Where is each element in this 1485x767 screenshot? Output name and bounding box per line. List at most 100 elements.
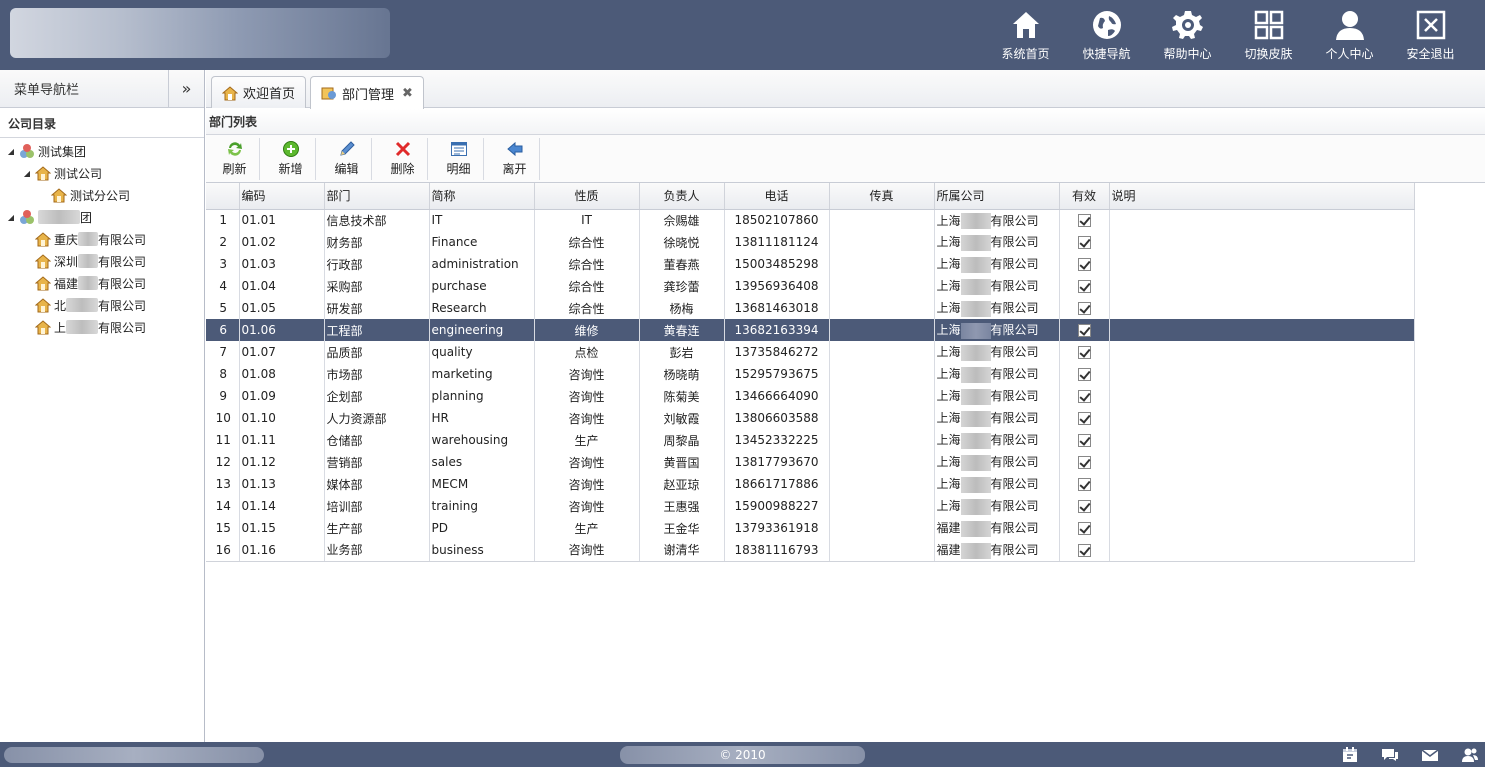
leave-button[interactable]: 离开 xyxy=(490,137,540,180)
tree-node-company[interactable]: 福建 有限公司 xyxy=(0,272,204,294)
table-row[interactable]: 11 01.11 仓储部 warehousing 生产 周黎晶 13452332225 上海 有… xyxy=(206,429,1415,451)
valid-checkbox[interactable] xyxy=(1077,258,1091,271)
valid-checkbox[interactable] xyxy=(1077,280,1091,293)
expand-arrow-icon[interactable]: ◢ xyxy=(6,213,16,222)
main-panel: 部门列表 刷新 新增 编辑 删除 明细 离开 编码 部门 简称 性质 负责人 电… xyxy=(206,109,1485,742)
column-header[interactable]: 负责人 xyxy=(639,183,725,210)
column-header[interactable]: 所属公司 xyxy=(934,183,1060,210)
table-row[interactable]: 6 01.06 工程部 engineering 维修 黄春连 13682163394 上海 有限… xyxy=(206,319,1415,341)
column-header[interactable]: 性质 xyxy=(534,183,640,210)
company-prefix: 上海 xyxy=(936,235,961,250)
table-row[interactable]: 3 01.03 行政部 administration 综合性 董春燕 15003485298… xyxy=(206,253,1415,275)
valid-checkbox[interactable] xyxy=(1077,214,1091,228)
company-prefix: 上海 xyxy=(936,345,961,360)
table-row[interactable]: 12 01.12 营销部 sales 咨询性 黄晋国 13817793670 上海 有限公司 xyxy=(206,451,1415,473)
cell-abbr: quality xyxy=(429,341,535,363)
table-row[interactable]: 10 01.10 人力资源部 HR 咨询性 刘敏霞 13806603588 上海 有限公司 xyxy=(206,407,1415,429)
column-header[interactable]: 说明 xyxy=(1109,183,1415,210)
nav-shortcut[interactable]: 快捷导航 xyxy=(1066,8,1147,64)
company-suffix: 有限公司 xyxy=(990,389,1039,404)
tree-node-company[interactable]: ◢ 测试公司 xyxy=(0,162,204,184)
valid-checkbox[interactable] xyxy=(1077,412,1091,425)
table-row[interactable]: 9 01.09 企划部 planning 咨询性 陈菊美 13466664090 上海 有限公司 xyxy=(206,385,1415,407)
valid-checkbox[interactable] xyxy=(1077,434,1091,447)
sidebar-collapse-button[interactable]: » xyxy=(168,69,204,108)
tree-node-label: 测试集团 xyxy=(38,144,87,159)
tab-department[interactable]: 部门管理 ✖ xyxy=(310,76,424,109)
tree-node-company[interactable]: 北 有限公司 xyxy=(0,294,204,316)
department-table: 编码 部门 简称 性质 负责人 电话 传真 所属公司 有效 说明 1 01.01 信… xyxy=(206,183,1415,562)
nav-logout[interactable]: 安全退出 xyxy=(1390,8,1471,64)
valid-checkbox[interactable] xyxy=(1077,500,1091,513)
table-row[interactable]: 5 01.05 研发部 Research 综合性 杨梅 13681463018 上海 有限公司 xyxy=(206,297,1415,319)
nav-help[interactable]: 帮助中心 xyxy=(1147,8,1228,64)
tree-node-suffix: 有限公司 xyxy=(98,276,147,291)
refresh-button[interactable]: 刷新 xyxy=(210,137,260,180)
tab-welcome[interactable]: 欢迎首页 xyxy=(211,76,307,108)
valid-checkbox[interactable] xyxy=(1077,522,1091,535)
company-tree-title: 公司目录 xyxy=(0,110,204,138)
calendar-icon[interactable] xyxy=(1341,746,1359,764)
cell-head: 佘赐雄 xyxy=(639,209,725,231)
add-button[interactable]: 新增 xyxy=(266,137,316,180)
expand-arrow-icon[interactable]: ◢ xyxy=(6,147,16,156)
detail-button[interactable]: 明细 xyxy=(434,137,484,180)
tree-node-branch[interactable]: 测试分公司 xyxy=(0,184,204,206)
sidebar-title: 菜单导航栏 xyxy=(14,83,80,98)
valid-checkbox[interactable] xyxy=(1077,236,1091,249)
tree-node-group[interactable]: ◢ 测试集团 xyxy=(0,140,204,162)
mail-icon[interactable] xyxy=(1421,746,1439,764)
delete-label: 删除 xyxy=(390,162,415,176)
cell-type: 咨询性 xyxy=(534,363,640,385)
table-row[interactable]: 2 01.02 财务部 Finance 综合性 徐晓悦 13811181124 上海 有限公司 xyxy=(206,231,1415,253)
row-number: 1 xyxy=(206,209,240,231)
column-header[interactable]: 部门 xyxy=(324,183,430,210)
valid-checkbox[interactable] xyxy=(1077,390,1091,403)
table-row[interactable]: 4 01.04 采购部 purchase 综合性 龚珍蕾 13956936408 上海 有限公司 xyxy=(206,275,1415,297)
valid-checkbox[interactable] xyxy=(1077,456,1091,469)
column-header[interactable]: 编码 xyxy=(239,183,325,210)
tree-node-company[interactable]: 重庆 有限公司 xyxy=(0,228,204,250)
table-row[interactable]: 14 01.14 培训部 training 咨询性 王惠强 15900988227 上海 有限公… xyxy=(206,495,1415,517)
company-suffix: 有限公司 xyxy=(990,433,1039,448)
company-prefix: 上海 xyxy=(936,323,961,338)
tree-node-company[interactable]: 上 有限公司 xyxy=(0,316,204,338)
valid-checkbox[interactable] xyxy=(1077,324,1091,337)
table-row[interactable]: 15 01.15 生产部 PD 生产 王金华 13793361918 福建 有限公司 xyxy=(206,517,1415,539)
table-row[interactable]: 1 01.01 信息技术部 IT IT 佘赐雄 18502107860 上海 有限公司 xyxy=(206,209,1415,231)
cell-dept: 营销部 xyxy=(324,451,430,473)
cell-phone: 13682163394 xyxy=(724,319,830,341)
redacted-text xyxy=(960,300,991,317)
company-icon xyxy=(35,298,51,313)
close-icon[interactable]: ✖ xyxy=(402,86,413,101)
tree-node-company[interactable]: 深圳 有限公司 xyxy=(0,250,204,272)
table-row[interactable]: 16 01.16 业务部 business 咨询性 谢清华 18381116793 福建 有限公… xyxy=(206,539,1415,562)
edit-button[interactable]: 编辑 xyxy=(322,137,372,180)
delete-button[interactable]: 删除 xyxy=(378,137,428,180)
nav-skin[interactable]: 切换皮肤 xyxy=(1228,8,1309,64)
cell-head: 谢清华 xyxy=(639,539,725,562)
column-header[interactable]: 电话 xyxy=(724,183,830,210)
tree-node-group[interactable]: ◢ 团 xyxy=(0,206,204,228)
redacted-text xyxy=(960,498,991,515)
cell-phone: 13735846272 xyxy=(724,341,830,363)
column-header[interactable]: 有效 xyxy=(1059,183,1110,210)
valid-checkbox[interactable] xyxy=(1077,543,1091,557)
column-header[interactable]: 传真 xyxy=(829,183,935,210)
valid-checkbox[interactable] xyxy=(1077,346,1091,359)
table-row[interactable]: 13 01.13 媒体部 MECM 咨询性 赵亚琼 18661717886 上海 有限公司 xyxy=(206,473,1415,495)
table-row[interactable]: 7 01.07 品质部 quality 点检 彭岩 13735846272 上海 有限公司 xyxy=(206,341,1415,363)
detail-label: 明细 xyxy=(446,162,471,176)
nav-profile[interactable]: 个人中心 xyxy=(1309,8,1390,64)
row-number: 8 xyxy=(206,363,240,385)
column-header[interactable]: 简称 xyxy=(429,183,535,210)
valid-checkbox[interactable] xyxy=(1077,478,1091,491)
nav-home[interactable]: 系统首页 xyxy=(985,8,1066,64)
valid-checkbox[interactable] xyxy=(1077,302,1091,315)
valid-checkbox[interactable] xyxy=(1077,368,1091,381)
table-row[interactable]: 8 01.08 市场部 marketing 咨询性 杨晓萌 15295793675 上海 有限公… xyxy=(206,363,1415,385)
cell-abbr: sales xyxy=(429,451,535,473)
users-icon[interactable] xyxy=(1461,746,1479,764)
expand-arrow-icon[interactable]: ◢ xyxy=(22,169,32,178)
chat-icon[interactable] xyxy=(1381,746,1399,764)
